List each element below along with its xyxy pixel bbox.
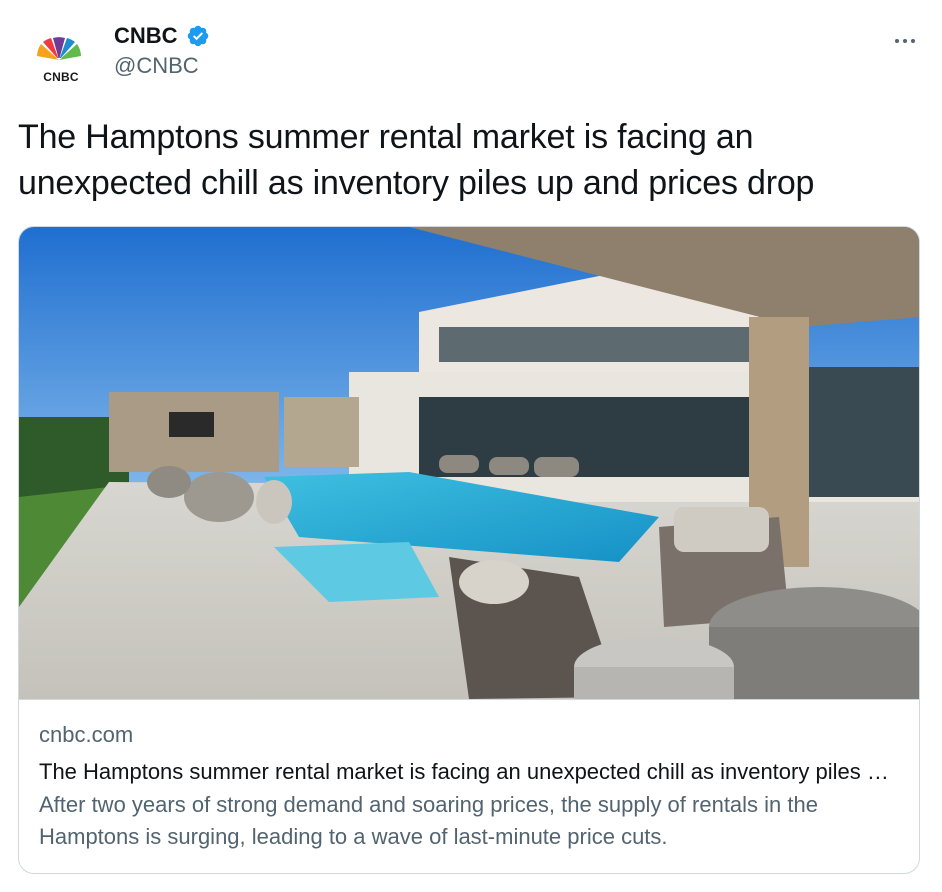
link-card[interactable]: cnbc.com The Hamptons summer rental mark… (18, 226, 920, 874)
card-domain: cnbc.com (39, 722, 134, 747)
more-options-icon[interactable] (888, 24, 922, 58)
tweet-text: The Hamptons summer rental market is fac… (18, 118, 815, 202)
tweet-header: CNBC CNBC @CNBC (18, 14, 924, 94)
card-description: After two years of strong demand and soa… (39, 792, 818, 849)
account-names: CNBC @CNBC (114, 22, 210, 80)
card-image[interactable] (19, 227, 920, 700)
handle[interactable]: @CNBC (114, 52, 210, 80)
avatar-wordmark: CNBC (43, 70, 79, 84)
display-name[interactable]: CNBC (114, 22, 178, 50)
verified-badge-icon (187, 25, 209, 47)
avatar[interactable]: CNBC (24, 24, 94, 94)
card-info: cnbc.com The Hamptons summer rental mark… (39, 721, 901, 853)
card-title[interactable]: The Hamptons summer rental market is fac… (39, 757, 901, 787)
